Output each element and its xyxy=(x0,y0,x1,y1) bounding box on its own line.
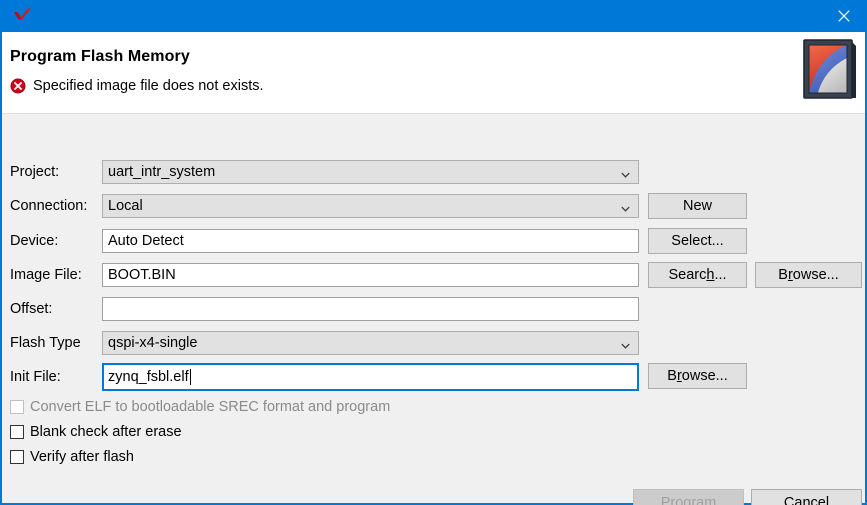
device-label: Device: xyxy=(10,233,59,249)
program-button[interactable]: Program xyxy=(633,489,744,505)
verify-after-flash-checkbox xyxy=(10,450,24,464)
flash-type-value: qspi-x4-single xyxy=(108,335,198,351)
red-check-icon xyxy=(0,0,46,32)
blank-check-checkbox xyxy=(10,425,24,439)
project-label: Project: xyxy=(10,164,60,180)
search-image-button[interactable]: Search... xyxy=(648,262,747,288)
error-icon xyxy=(10,78,26,94)
browse-init-button[interactable]: Browse... xyxy=(648,363,747,389)
verify-after-flash-checkbox-row[interactable]: Verify after flash xyxy=(10,447,134,467)
new-connection-button[interactable]: New xyxy=(648,193,747,219)
search-image-label: Search... xyxy=(668,267,727,283)
offset-input[interactable] xyxy=(102,297,639,321)
connection-value: Local xyxy=(108,198,143,214)
verify-after-flash-label: Verify after flash xyxy=(30,449,134,465)
convert-elf-label: Convert ELF to bootloadable SREC format … xyxy=(30,399,391,415)
dialog-header: Program Flash Memory Specified image fil… xyxy=(2,32,865,114)
select-device-button[interactable]: Select... xyxy=(648,228,747,254)
title-bar xyxy=(0,0,867,32)
cancel-button-label: Cancel xyxy=(783,495,830,505)
image-file-label: Image File: xyxy=(10,267,82,283)
new-connection-label: New xyxy=(682,198,712,214)
project-combo[interactable]: uart_intr_system xyxy=(102,160,639,184)
chevron-down-icon xyxy=(621,339,630,349)
device-input[interactable]: Auto Detect xyxy=(102,229,639,253)
program-flash-memory-dialog: Program Flash Memory Specified image fil… xyxy=(0,0,867,505)
init-file-input[interactable]: zynq_fsbl.elf xyxy=(102,363,639,391)
flash-type-label: Flash Type xyxy=(10,335,81,351)
flash-type-combo[interactable]: qspi-x4-single xyxy=(102,331,639,355)
image-file-value: BOOT.BIN xyxy=(108,267,176,283)
chevron-down-icon xyxy=(621,202,630,212)
cancel-button[interactable]: Cancel xyxy=(751,489,862,505)
status-message-row: Specified image file does not exists. xyxy=(10,78,264,94)
browse-image-label: Browse... xyxy=(778,267,839,283)
blank-check-checkbox-row[interactable]: Blank check after erase xyxy=(10,422,182,442)
xilinx-sdk-banner-icon xyxy=(803,38,859,100)
page-title: Program Flash Memory xyxy=(10,48,190,65)
status-message-text: Specified image file does not exists. xyxy=(33,78,264,94)
connection-combo[interactable]: Local xyxy=(102,194,639,218)
device-value: Auto Detect xyxy=(108,233,184,249)
convert-elf-checkbox xyxy=(10,400,24,414)
close-icon[interactable] xyxy=(821,0,867,32)
dialog-body: Project: uart_intr_system Connection: Lo… xyxy=(2,114,865,505)
program-button-label: Program xyxy=(660,495,717,505)
init-file-value: zynq_fsbl.elf xyxy=(108,369,189,385)
browse-image-button[interactable]: Browse... xyxy=(755,262,862,288)
dialog-frame: Program Flash Memory Specified image fil… xyxy=(0,32,867,505)
browse-init-label: Browse... xyxy=(667,368,728,384)
select-device-label: Select... xyxy=(671,233,724,249)
text-caret xyxy=(189,369,191,385)
convert-elf-checkbox-row[interactable]: Convert ELF to bootloadable SREC format … xyxy=(10,397,390,417)
project-value: uart_intr_system xyxy=(108,164,216,180)
image-file-input[interactable]: BOOT.BIN xyxy=(102,263,639,287)
connection-label: Connection: xyxy=(10,198,88,214)
init-file-label: Init File: xyxy=(10,369,61,385)
offset-label: Offset: xyxy=(10,301,53,317)
blank-check-label: Blank check after erase xyxy=(30,424,182,440)
chevron-down-icon xyxy=(621,168,630,178)
